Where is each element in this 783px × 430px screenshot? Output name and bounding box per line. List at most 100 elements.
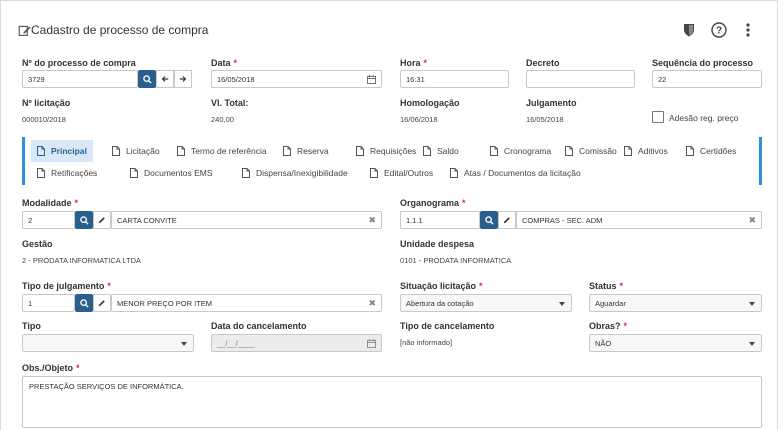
modalidade-label: Modalidade * <box>22 198 79 208</box>
pencil-icon <box>503 217 510 224</box>
num-processo-input[interactable]: 3729 <box>22 70 138 88</box>
page-title: Cadastro de processo de compra <box>31 23 209 37</box>
file-icon <box>112 146 120 156</box>
modalidade-code-input[interactable]: 2 <box>22 211 75 229</box>
arrow-right-icon <box>179 76 187 82</box>
tab-reserva[interactable]: Reserva <box>277 140 335 162</box>
tab-documentos-ems[interactable]: Documentos EMS <box>124 162 219 184</box>
tab-edital-outros[interactable]: Edital/Outros <box>364 162 439 184</box>
tab-label: Aditivos <box>638 146 668 156</box>
julgamento-value: 16/05/2018 <box>526 115 564 124</box>
num-licitacao-value: 000010/2018 <box>22 115 66 124</box>
tipo-julgamento-code-input[interactable]: 1 <box>22 294 75 312</box>
sequencia-label: Sequência do processo <box>652 58 754 68</box>
tipo-julgamento-edit-button[interactable] <box>93 294 111 312</box>
unidade-label: Unidade despesa <box>400 239 475 249</box>
tab-licitação[interactable]: Licitação <box>106 140 166 162</box>
file-icon <box>37 168 45 178</box>
prev-button[interactable] <box>156 70 174 88</box>
file-icon <box>283 146 291 156</box>
situacao-label: Situação licitação * <box>400 281 483 291</box>
adesao-label: Adesão reg. preço <box>669 113 739 123</box>
clear-icon[interactable]: ✖ <box>368 215 376 226</box>
tab-dispensa-inexigibilidade[interactable]: Dispensa/Inexigibilidade <box>236 162 354 184</box>
status-select[interactable]: Aguardar <box>589 294 762 312</box>
status-label: Status * <box>589 281 624 291</box>
tab-termo-de-referência[interactable]: Termo de referência <box>171 140 273 162</box>
tab-requisições[interactable]: Requisições <box>350 140 422 162</box>
vl-total-label: Vl. Total: <box>211 98 249 108</box>
more-vertical-icon[interactable] <box>738 20 758 40</box>
data-cancelamento-label: Data do cancelamento <box>211 321 307 331</box>
file-icon <box>177 146 185 156</box>
search-icon <box>79 215 89 225</box>
sequencia-input[interactable]: 22 <box>652 70 762 88</box>
tab-comissão[interactable]: Comissão <box>559 140 623 162</box>
search-icon <box>484 215 494 225</box>
status-value: Aguardar <box>595 299 626 308</box>
tipo-julgamento-search-button[interactable] <box>75 294 93 312</box>
shield-icon[interactable] <box>679 20 699 40</box>
file-icon <box>624 146 632 156</box>
modalidade-search-button[interactable] <box>75 211 93 229</box>
file-icon <box>37 146 45 156</box>
adesao-checkbox[interactable] <box>652 111 664 123</box>
situacao-select[interactable]: Abertura da cotação <box>400 294 572 312</box>
tab-label: Cronograma <box>504 146 552 156</box>
calendar-icon <box>367 339 376 348</box>
calendar-icon[interactable] <box>367 75 376 84</box>
tab-atas-documentos-da-licitação[interactable]: Atas / Documentos da licitação <box>444 162 587 184</box>
tab-label: Reserva <box>297 146 329 156</box>
tab-label: Termo de referência <box>191 146 267 156</box>
organograma-code-input[interactable]: 1.1.1 <box>400 211 480 229</box>
tab-label: Retificações <box>51 168 98 178</box>
tab-bar: Principal Licitação Termo de referência Res… <box>22 137 762 185</box>
next-button[interactable] <box>174 70 192 88</box>
tab-cronograma[interactable]: Cronograma <box>484 140 557 162</box>
data-label: Data * <box>211 58 238 68</box>
obras-label: Obras? * <box>589 321 628 331</box>
search-button[interactable] <box>138 70 156 88</box>
situacao-value: Abertura da cotação <box>406 299 474 308</box>
clear-icon[interactable]: ✖ <box>748 215 756 226</box>
obras-select[interactable]: NÃO <box>589 334 762 352</box>
pencil-icon <box>98 300 105 307</box>
tipo-label: Tipo <box>22 321 41 331</box>
file-icon <box>356 146 364 156</box>
clear-icon[interactable]: ✖ <box>368 298 376 309</box>
data-value: 16/05/2018 <box>217 75 255 84</box>
data-input[interactable]: 16/05/2018 <box>211 70 382 88</box>
tab-label: Licitação <box>126 146 160 156</box>
gestao-value: 2 - PRODATA INFORMATICA LTDA <box>22 256 142 265</box>
organograma-edit-button[interactable] <box>498 211 516 229</box>
obs-label: Obs./Objeto * <box>22 363 80 373</box>
tab-principal[interactable]: Principal <box>31 140 93 162</box>
tipo-julgamento-label: Tipo de julgamento * <box>22 281 111 291</box>
decreto-input[interactable] <box>526 70 635 88</box>
search-icon <box>79 298 89 308</box>
tab-label: Atas / Documentos da licitação <box>464 168 581 178</box>
tab-label: Comissão <box>579 146 617 156</box>
tipo-cancelamento-label: Tipo de cancelamento <box>400 321 495 331</box>
num-processo-label: Nº do processo de compra <box>22 58 136 68</box>
hora-label: Hora * <box>400 58 428 68</box>
organograma-search-button[interactable] <box>480 211 498 229</box>
obs-textarea[interactable]: PRESTAÇÃO SERVIÇOS DE INFORMÁTICA. <box>22 376 762 428</box>
help-icon[interactable]: ? <box>709 20 729 40</box>
tab-saldo[interactable]: Saldo <box>417 140 465 162</box>
tipo-julgamento-desc-input[interactable]: MENOR PREÇO POR ITEM ✖ <box>111 294 382 312</box>
tab-label: Saldo <box>437 146 459 156</box>
tab-label: Certidões <box>700 146 737 156</box>
tab-retificações[interactable]: Retificações <box>31 162 103 184</box>
homologacao-label: Homologação <box>400 98 460 108</box>
organograma-desc-input[interactable]: COMPRAS - SEC. ADM ✖ <box>516 211 762 229</box>
tab-aditivos[interactable]: Aditivos <box>618 140 674 162</box>
modalidade-edit-button[interactable] <box>93 211 111 229</box>
pencil-icon <box>98 217 105 224</box>
hora-input[interactable]: 16:31 <box>400 70 509 88</box>
tipo-select[interactable] <box>22 334 194 352</box>
form-panel: Cadastro de processo de compra ? Nº do p… <box>0 0 778 430</box>
modalidade-desc-input[interactable]: CARTA CONVITE ✖ <box>111 211 382 229</box>
tab-certidões[interactable]: Certidões <box>680 140 742 162</box>
file-icon <box>370 168 378 178</box>
